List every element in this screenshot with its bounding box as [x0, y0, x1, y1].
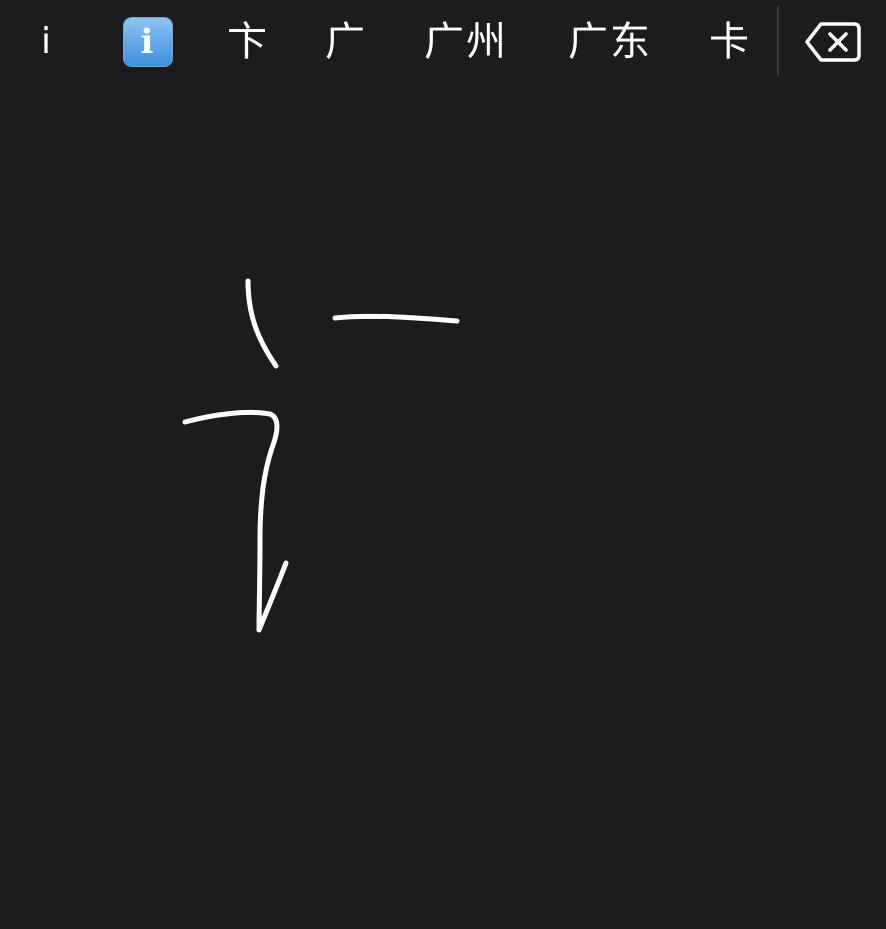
backspace-icon: [805, 22, 861, 62]
handwriting-canvas[interactable]: [0, 84, 886, 929]
candidate-divider: [777, 6, 779, 76]
candidate-ka[interactable]: 卡: [702, 14, 758, 70]
candidate-information-emoji[interactable]: i: [121, 14, 175, 70]
candidate-guangdong[interactable]: 广东: [558, 14, 662, 70]
handwriting-strokes: [182, 278, 460, 633]
candidate-bar: i i 卞 广 广州 广东 卡: [0, 0, 886, 84]
stroke-horizontal: [332, 313, 460, 324]
candidate-guangzhou[interactable]: 广州: [414, 14, 518, 70]
candidate-i[interactable]: i: [28, 14, 64, 70]
information-emoji-icon: i: [123, 17, 173, 67]
stroke-hook: [182, 409, 289, 633]
stroke-dot: [245, 278, 279, 369]
candidate-guang[interactable]: 广: [318, 14, 374, 70]
delete-button[interactable]: [800, 16, 866, 68]
candidate-bian[interactable]: 卞: [220, 14, 276, 70]
